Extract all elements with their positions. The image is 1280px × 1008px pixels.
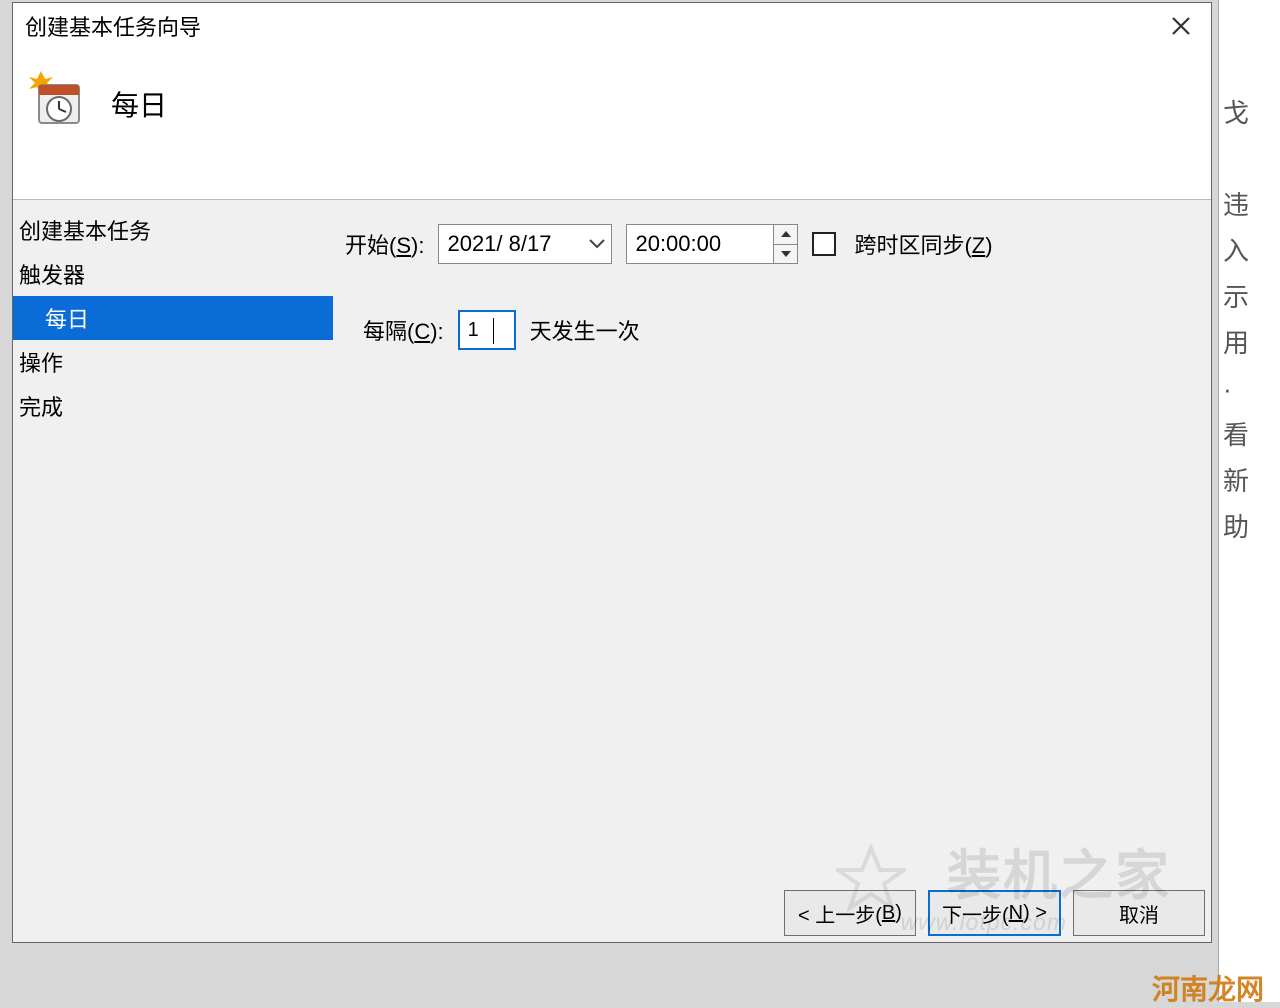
close-icon xyxy=(1170,15,1192,37)
date-value: 2021/ 8/17 xyxy=(447,231,551,257)
spinner-down-button[interactable] xyxy=(774,245,797,264)
sync-label-pre: 跨时区同步( xyxy=(854,233,971,258)
text-caret xyxy=(493,318,494,344)
wizard-icon xyxy=(27,69,85,127)
triangle-up-icon xyxy=(781,231,791,237)
cancel-button[interactable]: 取消 xyxy=(1073,890,1205,936)
next-post: ) > xyxy=(1023,902,1047,925)
recur-label: 每隔(C): xyxy=(363,314,444,346)
recur-label-underline: C xyxy=(414,319,430,344)
recur-label-pre: 每隔( xyxy=(363,319,414,344)
footer-buttons: < 上一步(B) 下一步(N) > 取消 xyxy=(784,890,1205,936)
back-pre: < 上一步( xyxy=(798,899,882,928)
wizard-content: 开始(S): 2021/ 8/17 20:00:00 xyxy=(333,200,1211,942)
banner: 每日 xyxy=(13,49,1211,199)
next-underline: N xyxy=(1009,902,1023,925)
recur-suffix: 天发生一次 xyxy=(530,314,640,346)
step-daily[interactable]: 每日 xyxy=(13,296,333,340)
close-button[interactable] xyxy=(1161,10,1201,42)
sync-label-post: ) xyxy=(985,233,992,258)
sync-label-underline: Z xyxy=(972,233,985,258)
chevron-down-icon xyxy=(587,234,607,254)
background-obscured-text: 戈 违 入 示 用 · 看 新 助 xyxy=(1218,0,1280,1002)
back-underline: B xyxy=(882,902,895,925)
recur-value: 1 xyxy=(468,319,479,342)
recur-row: 每隔(C): 1 天发生一次 xyxy=(345,310,1195,350)
date-picker[interactable]: 2021/ 8/17 xyxy=(438,224,612,264)
time-spinner xyxy=(773,225,797,263)
step-trigger[interactable]: 触发器 xyxy=(13,252,333,296)
recur-label-post: ): xyxy=(430,319,443,344)
start-label-post: ): xyxy=(411,233,424,258)
sync-timezone-checkbox[interactable] xyxy=(812,232,836,256)
step-action[interactable]: 操作 xyxy=(13,340,333,384)
start-label-underline: S xyxy=(396,233,411,258)
start-label: 开始(S): xyxy=(345,228,424,260)
step-create-basic-task[interactable]: 创建基本任务 xyxy=(13,208,333,252)
sync-timezone-label[interactable]: 跨时区同步(Z) xyxy=(854,228,992,260)
back-button[interactable]: < 上一步(B) xyxy=(784,890,916,936)
start-row: 开始(S): 2021/ 8/17 20:00:00 xyxy=(345,224,1195,264)
recur-days-input[interactable]: 1 xyxy=(458,310,516,350)
title-bar: 创建基本任务向导 xyxy=(13,3,1211,49)
spinner-up-button[interactable] xyxy=(774,225,797,245)
time-picker[interactable]: 20:00:00 xyxy=(626,224,798,264)
dialog-body: 创建基本任务 触发器 每日 操作 完成 开始(S): 2021/ 8/17 xyxy=(13,199,1211,942)
window-title: 创建基本任务向导 xyxy=(25,10,201,42)
wizard-steps: 创建基本任务 触发器 每日 操作 完成 xyxy=(13,200,333,942)
cancel-label: 取消 xyxy=(1119,899,1159,928)
triangle-down-icon xyxy=(781,251,791,257)
watermark-site: 河南龙网 xyxy=(1152,968,1264,1008)
time-value: 20:00:00 xyxy=(635,231,721,257)
step-finish[interactable]: 完成 xyxy=(13,384,333,428)
back-post: ) xyxy=(895,902,902,925)
banner-title: 每日 xyxy=(111,84,167,124)
next-button[interactable]: 下一步(N) > xyxy=(928,890,1061,936)
wizard-dialog: 创建基本任务向导 每日 xyxy=(12,2,1212,943)
next-pre: 下一步( xyxy=(942,899,1009,928)
start-label-pre: 开始( xyxy=(345,233,396,258)
